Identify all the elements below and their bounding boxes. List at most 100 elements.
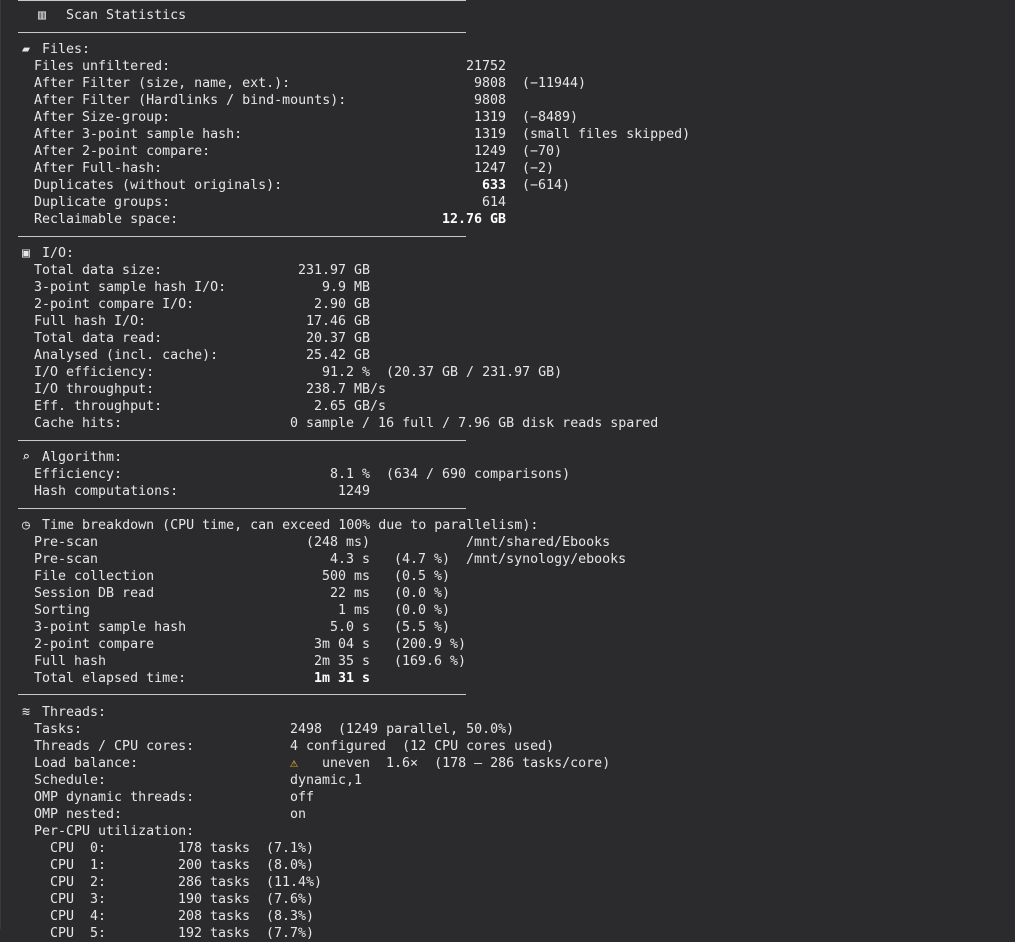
threads-row-value: off [290, 790, 315, 805]
divider [18, 694, 466, 695]
threads-row-label: OMP nested: [34, 807, 123, 822]
threads-heading-text: Threads: [42, 705, 107, 720]
divider [18, 0, 466, 1]
cpu-row-label: CPU 4: [50, 909, 107, 924]
files-heading: ▰ Files: [18, 41, 90, 58]
threads-row-label: OMP dynamic threads: [34, 790, 195, 805]
io-row-label: Analysed (incl. cache): [34, 348, 219, 363]
io-row-value: 9.9 MB [321, 280, 370, 295]
files-row-note: (−2) [522, 161, 555, 176]
io-row-value: 20.37 GB [305, 331, 370, 346]
io-row-value: 0 sample / 16 full / 7.96 GB disk reads … [290, 416, 659, 431]
io-row-label: Cache hits: [34, 416, 123, 431]
folder-icon: ▰ [21, 42, 30, 57]
stopwatch-icon: ◷ [21, 518, 30, 533]
files-row-value: 1319 [473, 110, 506, 125]
divider [18, 236, 466, 237]
cpu-row-label: CPU 5: [50, 926, 107, 941]
cpu-row-tasks: 190 tasks [178, 892, 251, 907]
threads-row-value: uneven 1.6× (178 – 286 tasks/core) [322, 756, 611, 771]
threads-row-label: Load balance: [34, 756, 139, 771]
time-row-note: (169.6 %) [394, 654, 467, 669]
cpu-row-percent: (7.1%) [266, 841, 315, 856]
files-row-label: After Filter (Hardlinks / bind-mounts): [34, 93, 347, 108]
files-row-label: Files unfiltered: [34, 59, 171, 74]
io-row-value: 91.2 % [321, 365, 370, 380]
files-row-note: (−8489) [522, 110, 579, 125]
time-row-value: (248 ms) [305, 535, 370, 550]
io-row-label: I/O throughput: [34, 382, 155, 397]
time-heading-text: Time breakdown (CPU time, can exceed 100… [42, 518, 539, 533]
io-row-value: 25.42 GB [305, 348, 370, 363]
files-row-note: (−11944) [522, 76, 587, 91]
time-row-note: /mnt/shared/Ebooks [466, 535, 611, 550]
files-row-value: 614 [481, 195, 506, 210]
time-row-note: (4.7 %) /mnt/synology/ebooks [394, 552, 627, 567]
floppy-disk-icon: ▣ [21, 246, 30, 261]
files-row-value: 9808 [473, 93, 506, 108]
files-row-label: Duplicates (without originals): [34, 178, 283, 193]
files-row-label: After 3-point sample hash: [34, 127, 243, 142]
time-row-value: 4.3 s [329, 552, 370, 567]
io-row-note: (20.37 GB / 231.97 GB) [386, 365, 563, 380]
algorithm-row-value: 1249 [337, 484, 370, 499]
files-row-label: After Filter (size, name, ext.): [34, 76, 291, 91]
cpu-row-tasks: 192 tasks [178, 926, 251, 941]
time-row-note: (0.5 %) [394, 569, 451, 584]
cpu-row-percent: (8.0%) [266, 858, 315, 873]
io-row-label: 2-point compare I/O: [34, 297, 195, 312]
threads-row-label: Schedule: [34, 773, 107, 788]
io-row-value: 2.65 GB/s [314, 399, 387, 414]
files-row-note: (−70) [522, 144, 563, 159]
time-heading: ◷ Time breakdown (CPU time, can exceed 1… [18, 517, 538, 534]
io-heading-text: I/O: [42, 246, 75, 261]
algorithm-row-label: Efficiency: [34, 467, 123, 482]
magnifier-icon: ⌕ [21, 450, 30, 465]
io-row-label: 3-point sample hash I/O: [34, 280, 227, 295]
threads-row-value: dynamic,1 [290, 773, 363, 788]
time-row-label: Pre-scan [34, 535, 99, 550]
threads-row-value: on [290, 807, 307, 822]
cpu-row-tasks: 208 tasks [178, 909, 251, 924]
cpu-row-percent: (11.4%) [266, 875, 323, 890]
time-row-label: File collection [34, 569, 155, 584]
time-row-label: Total elapsed time: [34, 671, 187, 686]
io-row-value: 17.46 GB [305, 314, 370, 329]
io-row-value: 231.97 GB [297, 263, 370, 278]
cpu-row-percent: (8.3%) [266, 909, 315, 924]
files-row-note: (−614) [522, 178, 571, 193]
divider [18, 508, 466, 509]
io-row-label: Eff. throughput: [34, 399, 163, 414]
io-row-label: Total data read: [34, 331, 163, 346]
files-row-value: 1249 [473, 144, 506, 159]
time-row-value: 500 ms [321, 569, 370, 584]
terminal-output: ▥ Scan Statistics ▰ Files: Files unfilte… [0, 0, 1015, 941]
time-row-note: (0.0 %) [394, 586, 451, 601]
files-row-value: 633 [481, 178, 506, 193]
files-row-value: 9808 [473, 76, 506, 91]
io-row-label: I/O efficiency: [34, 365, 155, 380]
time-row-label: Sorting [34, 603, 91, 618]
files-row-label: Reclaimable space: [34, 212, 179, 227]
time-row-label: 3-point sample hash [34, 620, 187, 635]
files-row-value: 1247 [473, 161, 506, 176]
threads-heading: ≋ Threads: [18, 704, 106, 721]
report-title-text: Scan Statistics [66, 8, 187, 23]
thread-spool-icon: ≋ [21, 705, 30, 720]
time-row-label: 2-point compare [34, 637, 155, 652]
time-row-value: 2m 35 s [313, 654, 370, 669]
time-row-value: 1 ms [337, 603, 370, 618]
cpu-row-tasks: 286 tasks [178, 875, 251, 890]
warning-icon: ⚠ [290, 756, 299, 771]
files-row-value: 12.76 GB [441, 212, 506, 227]
algorithm-heading: ⌕ Algorithm: [18, 449, 122, 466]
threads-row-label: Tasks: [34, 722, 83, 737]
time-row-note: (0.0 %) [394, 603, 451, 618]
files-heading-text: Files: [42, 42, 91, 57]
bar-chart-icon: ▥ [37, 8, 46, 23]
io-row-value: 2.90 GB [313, 297, 370, 312]
io-row-value: 238.7 MB/s [306, 382, 387, 397]
files-row-label: After Size-group: [34, 110, 171, 125]
time-row-label: Full hash [34, 654, 107, 669]
time-row-label: Session DB read [34, 586, 155, 601]
